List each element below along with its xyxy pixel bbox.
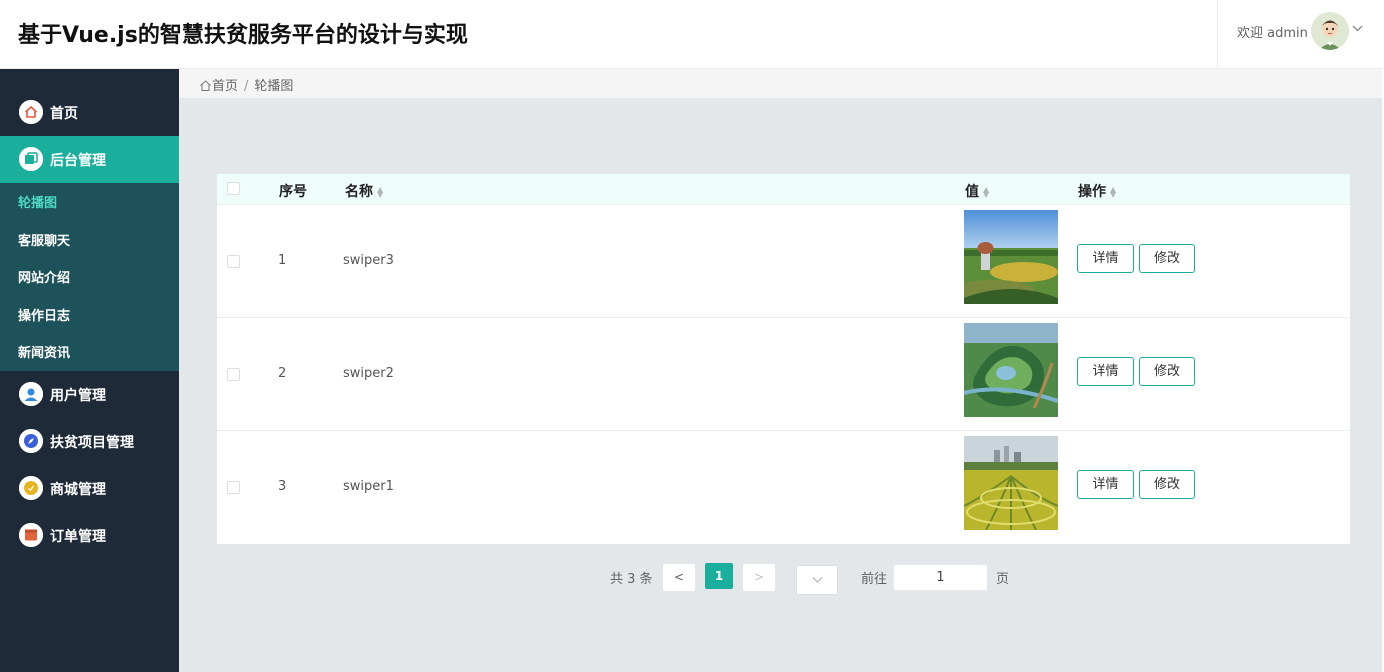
detail-button[interactable]: 详情	[1077, 357, 1134, 386]
welcome-text: 欢迎 admin	[1237, 26, 1308, 41]
row-name: swiper3	[343, 253, 394, 268]
row-index: 1	[278, 253, 287, 268]
column-name[interactable]: 名称 ▲ ▼	[345, 181, 383, 201]
sidebar-item-label: 用户管理	[50, 388, 106, 404]
table-header: 序号 名称 ▲ ▼ 值 ▲ ▼ 操作 ▲ ▼	[217, 174, 1350, 205]
select-all-checkbox[interactable]	[227, 182, 240, 195]
submenu-item-news[interactable]: 新闻资讯	[18, 342, 70, 361]
table-row: 3 swiper1 详情 修改	[217, 431, 1350, 544]
table-row: 1 swiper3 详情 修改	[217, 205, 1350, 318]
breadcrumb-current: 轮播图	[254, 79, 294, 94]
carousel-table: 序号 名称 ▲ ▼ 值 ▲ ▼ 操作 ▲ ▼ 1 swiper3 详情 修改 2…	[217, 174, 1350, 544]
page-suffix: 页	[996, 572, 1010, 587]
sidebar-item-mall[interactable]: 商城管理	[0, 465, 179, 512]
row-name: swiper1	[343, 479, 394, 494]
page-jump-input[interactable]: 1	[893, 564, 988, 591]
sidebar-item-users[interactable]: 用户管理	[0, 371, 179, 418]
table-row: 2 swiper2 详情 修改	[217, 318, 1350, 431]
breadcrumb: 首页 / 轮播图	[199, 75, 293, 96]
carousel-image[interactable]	[964, 210, 1058, 304]
admin-submenu: 轮播图 客服聊天 网站介绍 操作日志 新闻资讯	[0, 183, 179, 371]
breadcrumb-separator: /	[244, 79, 249, 94]
prev-page-button[interactable]: <	[663, 564, 695, 591]
page-number-button[interactable]: 1	[705, 563, 733, 589]
sort-icon[interactable]: ▲ ▼	[1110, 186, 1116, 199]
copy-icon	[19, 147, 43, 171]
breadcrumb-home[interactable]: 首页	[212, 79, 238, 94]
edit-button[interactable]: 修改	[1139, 357, 1195, 386]
row-checkbox[interactable]	[227, 255, 240, 268]
user-icon	[19, 382, 43, 406]
avatar[interactable]	[1311, 12, 1349, 50]
carousel-image[interactable]	[964, 436, 1058, 530]
chevron-down-icon[interactable]	[1352, 23, 1363, 37]
column-actions[interactable]: 操作 ▲ ▼	[1078, 181, 1116, 201]
sidebar: 首页 后台管理 轮播图 客服聊天 网站介绍 操作日志 新闻资讯 用户管理 扶贫项…	[0, 69, 179, 672]
sidebar-item-label: 后台管理	[50, 153, 106, 169]
sort-icon[interactable]: ▲ ▼	[983, 186, 989, 199]
home-outline-icon[interactable]	[199, 79, 212, 96]
next-page-button[interactable]: >	[743, 564, 775, 591]
sidebar-item-orders[interactable]: 订单管理	[0, 512, 179, 559]
page-size-select[interactable]	[796, 565, 838, 595]
sidebar-item-projects[interactable]: 扶贫项目管理	[0, 418, 179, 465]
sidebar-item-label: 首页	[50, 106, 78, 122]
carousel-image[interactable]	[964, 323, 1058, 417]
coin-icon	[19, 476, 43, 500]
column-value[interactable]: 值 ▲ ▼	[965, 181, 989, 201]
box-icon	[19, 523, 43, 547]
row-index: 3	[278, 479, 287, 494]
breadcrumb-bar: 首页 / 轮播图	[179, 69, 1384, 98]
app-title: 基于Vue.js的智慧扶贫服务平台的设计与实现	[18, 23, 468, 48]
user-menu[interactable]: 欢迎 admin	[1217, 0, 1384, 69]
sidebar-item-label: 订单管理	[50, 529, 106, 545]
sidebar-item-label: 商城管理	[50, 482, 106, 498]
row-name: swiper2	[343, 366, 394, 381]
edit-button[interactable]: 修改	[1139, 470, 1195, 499]
sidebar-item-admin[interactable]: 后台管理	[0, 136, 179, 183]
goto-label: 前往	[861, 572, 888, 587]
submenu-item-chat[interactable]: 客服聊天	[18, 230, 70, 249]
sidebar-item-label: 扶贫项目管理	[50, 435, 134, 451]
edit-button[interactable]: 修改	[1139, 244, 1195, 273]
sort-icon[interactable]: ▲ ▼	[377, 186, 383, 199]
detail-button[interactable]: 详情	[1077, 470, 1134, 499]
top-header: 基于Vue.js的智慧扶贫服务平台的设计与实现 欢迎 admin	[0, 0, 1384, 69]
home-icon	[19, 100, 43, 124]
row-checkbox[interactable]	[227, 481, 240, 494]
row-checkbox[interactable]	[227, 368, 240, 381]
column-index: 序号	[279, 184, 307, 200]
submenu-item-carousel[interactable]: 轮播图	[18, 192, 57, 211]
pagination-total: 共 3 条	[610, 572, 653, 587]
chevron-down-icon	[812, 574, 823, 585]
row-index: 2	[278, 366, 287, 381]
compass-icon	[19, 429, 43, 453]
submenu-item-intro[interactable]: 网站介绍	[18, 267, 70, 286]
detail-button[interactable]: 详情	[1077, 244, 1134, 273]
submenu-item-log[interactable]: 操作日志	[18, 305, 70, 324]
sidebar-item-home[interactable]: 首页	[0, 89, 179, 136]
